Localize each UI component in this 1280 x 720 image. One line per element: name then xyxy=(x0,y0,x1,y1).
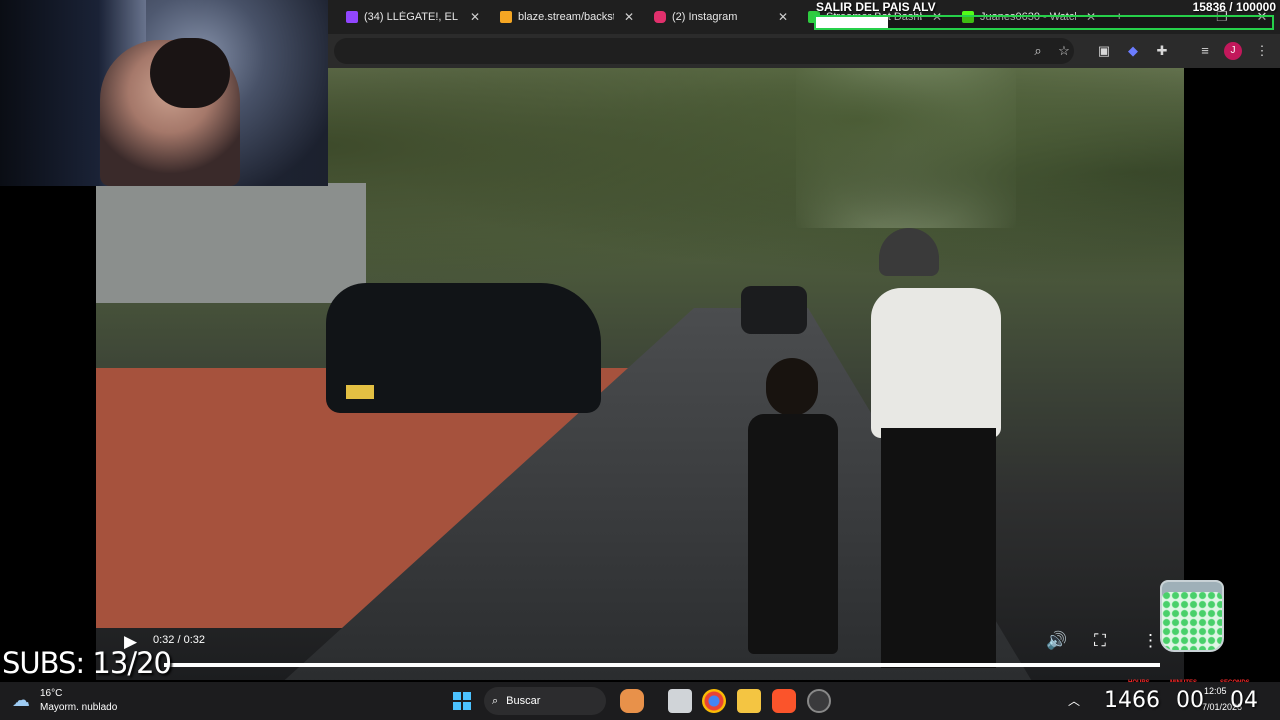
search-label: Buscar xyxy=(506,695,541,707)
tray-chevron-icon[interactable]: ︿ xyxy=(1068,692,1080,709)
close-tab-icon[interactable]: ✕ xyxy=(470,10,480,24)
weather-temperature: 16°C xyxy=(40,688,63,699)
media-icon[interactable]: ▣ xyxy=(1095,42,1113,60)
file-explorer-window-icon[interactable] xyxy=(668,689,692,713)
extension-puzzle-icon[interactable]: ✚ xyxy=(1153,42,1171,60)
twitch-icon xyxy=(346,11,358,23)
video-distant-car xyxy=(741,286,807,334)
browser-toolbar: ⌕ ☆ ▣ ◆ ✚ ≡ J ⋮ xyxy=(328,34,1280,68)
windows-start-icon[interactable] xyxy=(453,692,471,710)
video-building xyxy=(96,183,366,303)
adult-shirt xyxy=(871,288,1001,438)
bookmark-star-icon[interactable]: ☆ xyxy=(1055,42,1073,60)
video-controls: ▶ 0:32 / 0:32 🔊 ⛶ ⋮ xyxy=(96,626,1184,656)
more-options-icon[interactable]: ⋮ xyxy=(1142,631,1159,651)
reading-list-icon[interactable]: ≡ xyxy=(1196,42,1214,60)
goal-overlay: SALIR DEL PAIS ALV 15836 / 100000 xyxy=(812,0,1280,32)
search-icon: ⌕ xyxy=(492,694,499,707)
timer-seconds: 04 xyxy=(1230,688,1258,713)
taskbar-search[interactable]: ⌕ Buscar xyxy=(484,687,606,715)
goal-title: SALIR DEL PAIS ALV xyxy=(816,0,936,14)
zoom-icon[interactable]: ⌕ xyxy=(1029,42,1047,60)
weather-description: Mayorm. nublado xyxy=(40,702,118,713)
goal-count: 15836 / 100000 xyxy=(1192,0,1276,14)
app-icon[interactable] xyxy=(620,689,644,713)
video-adult xyxy=(871,228,1011,678)
license-plate xyxy=(346,385,374,399)
address-bar[interactable] xyxy=(334,38,1074,64)
close-tab-icon[interactable]: ✕ xyxy=(778,10,788,24)
webcam-overlay xyxy=(0,0,328,186)
tab-twitch[interactable]: (34) LLÉGATE!, EL Q NO ✕ xyxy=(338,4,488,30)
instagram-icon xyxy=(654,11,666,23)
video-child xyxy=(744,358,844,658)
child-head xyxy=(766,358,818,416)
extension-icon[interactable]: ◆ xyxy=(1124,42,1142,60)
clock-time: 12:05 xyxy=(1204,686,1227,696)
menu-dots-icon[interactable]: ⋮ xyxy=(1253,42,1271,60)
fullscreen-icon[interactable]: ⛶ xyxy=(1094,631,1106,651)
video-parked-car xyxy=(326,283,601,413)
screen: (34) LLÉGATE!, EL Q NO ✕ blaze.stream/ba… xyxy=(0,0,1280,720)
timer-minutes: 00 xyxy=(1176,688,1204,713)
taskbar: ☁ 16°C Mayorm. nublado ⌕ Buscar ︿ 12:05 … xyxy=(0,682,1280,720)
close-tab-icon[interactable]: ✕ xyxy=(624,10,634,24)
profile-avatar-icon[interactable]: J xyxy=(1224,42,1242,60)
video-progress-bar[interactable] xyxy=(164,663,1160,667)
brave-icon[interactable] xyxy=(772,689,796,713)
tab-instagram[interactable]: (2) Instagram ✕ xyxy=(646,4,796,30)
webcam-person-hair xyxy=(150,38,230,108)
timer-hours: 1466 xyxy=(1104,688,1160,713)
tab-blaze[interactable]: blaze.stream/backstag ✕ xyxy=(492,4,642,30)
tip-jar-icon xyxy=(1160,580,1224,652)
blaze-icon xyxy=(500,11,512,23)
subs-counter: SUBS: 13/20 xyxy=(2,646,172,680)
weather-cloud-icon[interactable]: ☁ xyxy=(12,690,34,712)
adult-hat xyxy=(879,228,939,276)
chrome-icon[interactable] xyxy=(702,689,726,713)
goal-progress-bar xyxy=(814,15,1274,30)
child-body xyxy=(748,414,838,654)
video-time: 0:32 / 0:32 xyxy=(153,634,205,646)
obs-icon[interactable] xyxy=(807,689,831,713)
goal-progress-fill xyxy=(816,17,889,28)
volume-icon[interactable]: 🔊 xyxy=(1046,631,1067,651)
folder-icon[interactable] xyxy=(737,689,761,713)
